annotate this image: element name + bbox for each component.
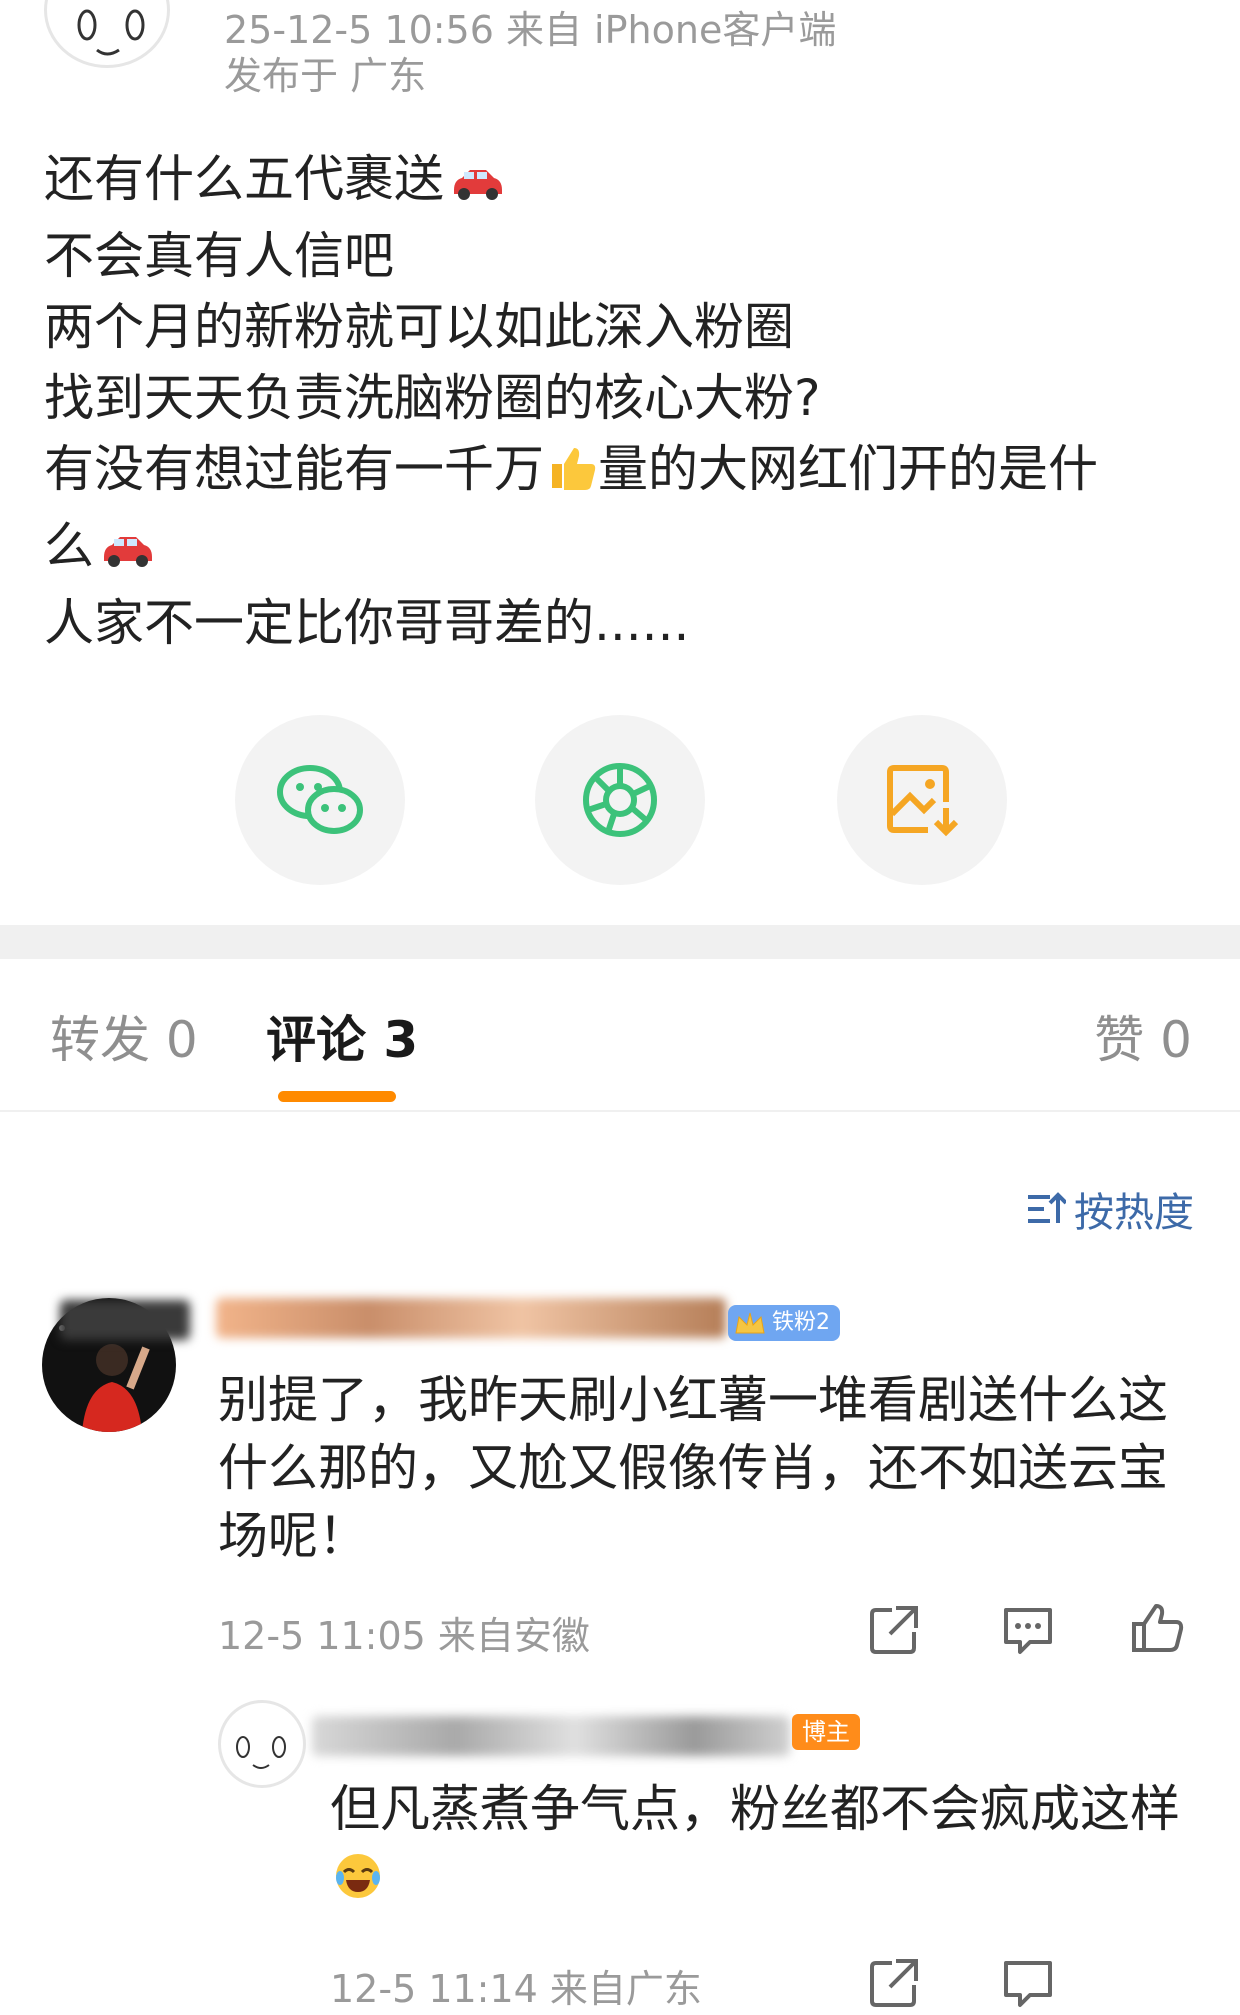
post-content: 还有什么五代裹送 不会真有人信吧 两个月的新粉就可以如此深入粉圈 找到天天负责洗…	[44, 144, 1204, 659]
post-line-4: 找到天天负责洗脑粉圈的核心大粉?	[44, 369, 821, 427]
author-avatar[interactable]	[44, 0, 170, 68]
share-icon	[870, 1606, 918, 1654]
post-line-5a-text: 有没有想过能有一千万	[44, 440, 544, 498]
post-line-1-text: 还有什么五代裹送	[44, 150, 444, 208]
reply-text: 但凡蒸煮争气点，粉丝都不会疯成这样	[330, 1775, 1210, 1917]
post-line-5: 有没有想过能有一千万 量的大网红们开的是什	[44, 434, 1204, 511]
sort-icon	[1028, 1192, 1066, 1223]
save-image-button[interactable]	[837, 715, 1007, 885]
post-line-6-text: 么	[44, 517, 94, 575]
post-line-3: 两个月的新粉就可以如此深入粉圈	[44, 298, 794, 356]
fan-badge-label: 铁粉2	[772, 1310, 830, 1335]
thumbs-up-icon	[1132, 1604, 1184, 1652]
reply-time-source: 12-5 11:14 来自广东	[330, 1967, 702, 2011]
like-comment-button[interactable]	[1130, 1600, 1186, 1660]
car-emoji-icon	[98, 517, 156, 588]
repost-comment-button[interactable]	[866, 1602, 922, 1662]
fan-badge: 铁粉2	[728, 1305, 840, 1341]
share-moments-button[interactable]	[535, 715, 705, 885]
comment-time-source: 12-5 11:05 来自安徽	[218, 1614, 590, 1658]
post-line-7: 人家不一定比你哥哥差的......	[44, 594, 690, 652]
comment-bubble-icon	[1004, 1961, 1052, 2007]
moments-icon	[583, 763, 657, 837]
comment-text: 别提了，我昨天刷小红薯一堆看剧送什么这什么那的，又尬又假像传肖，还不如送云宝场呢…	[218, 1371, 1168, 1565]
post-line-1: 还有什么五代裹送	[44, 144, 1204, 221]
save-image-icon	[887, 765, 959, 837]
tab-likes[interactable]: 赞 0	[1094, 1005, 1192, 1075]
comment-bubble-icon	[1004, 1608, 1052, 1654]
tab-reposts[interactable]: 转发 0	[50, 1005, 198, 1075]
blurred-commenter-name[interactable]	[216, 1298, 726, 1338]
post-time-source: 25-12-5 10:56 来自 iPhone客户端	[224, 8, 837, 52]
blurred-replier-name[interactable]	[312, 1716, 790, 1756]
host-badge: 博主	[792, 1714, 860, 1750]
tabs-divider	[0, 1110, 1240, 1112]
thumbs-up-emoji-icon	[548, 440, 598, 511]
reply-comment-button[interactable]	[1000, 1602, 1056, 1662]
active-tab-indicator	[278, 1091, 396, 1102]
post-line-2: 不会真有人信吧	[44, 227, 394, 285]
sort-by-hot-button[interactable]: 按热度	[1026, 1180, 1194, 1238]
car-emoji-icon	[448, 150, 506, 221]
repost-reply-button[interactable]	[866, 1955, 922, 2015]
post-line-5b-text: 量的大网红们开的是什	[598, 440, 1098, 498]
blurred-username	[60, 1300, 190, 1340]
avatar-drawing	[236, 1736, 286, 1769]
replier-avatar[interactable]	[218, 1700, 306, 1788]
share-icon	[870, 1959, 918, 2007]
laughing-tears-emoji-icon	[334, 1849, 382, 1917]
avatar-drawing	[77, 9, 145, 56]
tab-comments[interactable]: 评论 3	[266, 1005, 418, 1075]
wechat-icon	[277, 765, 363, 834]
section-divider	[0, 925, 1240, 959]
post-location: 发布于 广东	[224, 54, 427, 98]
crown-icon	[734, 1307, 766, 1351]
reply-text-content: 但凡蒸煮争气点，粉丝都不会疯成这样	[330, 1780, 1180, 1838]
reply-to-reply-button[interactable]	[1000, 1955, 1056, 2015]
post-line-6: 么	[44, 511, 1204, 588]
share-wechat-button[interactable]	[235, 715, 405, 885]
sort-label: 按热度	[1074, 1190, 1194, 1236]
